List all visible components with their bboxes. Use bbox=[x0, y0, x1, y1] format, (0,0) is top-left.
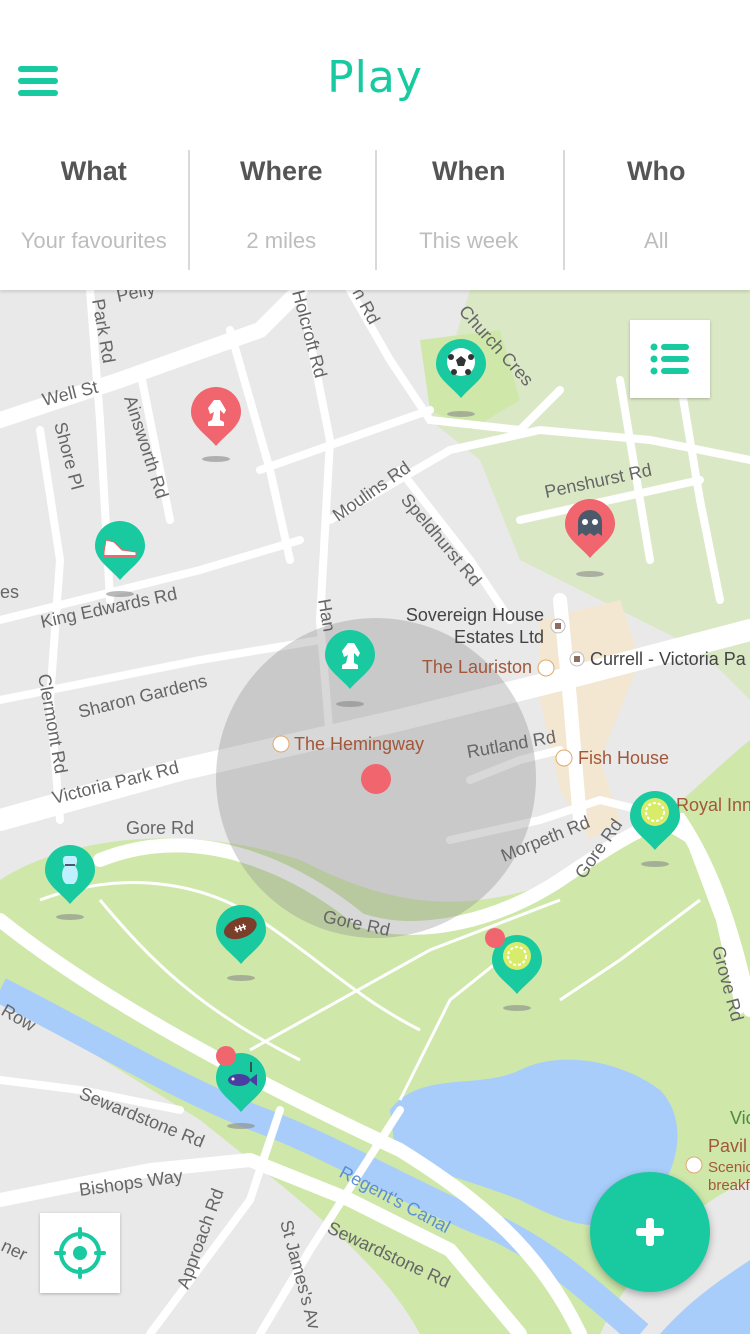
notification-dot bbox=[485, 928, 505, 948]
filter-value: This week bbox=[419, 228, 519, 253]
filter-label: Where bbox=[239, 156, 323, 186]
filter-what[interactable]: What Your favourites bbox=[0, 150, 188, 270]
place-label: Estates Ltd bbox=[454, 627, 544, 647]
football-icon bbox=[447, 348, 475, 376]
filter-label: What bbox=[60, 156, 127, 186]
filter-label: When bbox=[432, 156, 506, 186]
filter-value: 2 miles bbox=[246, 228, 317, 253]
filter-bar: What Your favourites Where 2 miles When … bbox=[0, 150, 750, 270]
bowling-pin-icon bbox=[62, 856, 78, 884]
place-label: Sovereign House bbox=[406, 605, 544, 625]
place-label: breakf bbox=[708, 1177, 750, 1194]
ghost-icon bbox=[578, 510, 602, 536]
tennis-ball-icon bbox=[641, 798, 669, 826]
crosshair-icon bbox=[54, 1227, 106, 1279]
page-title: Play bbox=[327, 52, 423, 103]
place-label: Fish House bbox=[578, 748, 669, 768]
notification-dot bbox=[216, 1046, 236, 1066]
filter-where[interactable]: Where 2 miles bbox=[187, 150, 376, 270]
street-label: es bbox=[0, 582, 19, 602]
filter-who[interactable]: Who All bbox=[562, 150, 750, 270]
tennis-ball-icon bbox=[503, 942, 531, 970]
filter-value: Your favourites bbox=[20, 228, 167, 253]
my-location-button[interactable] bbox=[40, 1213, 120, 1293]
place-label: Pavil bbox=[708, 1136, 747, 1156]
plus-icon bbox=[636, 1218, 664, 1246]
app-header: Play What Your favourites Where 2 miles … bbox=[0, 0, 750, 290]
place-label: Vic bbox=[730, 1108, 750, 1128]
place-label: The Lauriston bbox=[422, 657, 532, 677]
filter-when[interactable]: When This week bbox=[375, 150, 563, 270]
current-location-dot bbox=[361, 764, 391, 794]
place-label: The Hemingway bbox=[294, 734, 424, 754]
place-label: Currell - Victoria Pa bbox=[590, 649, 747, 669]
list-view-button[interactable] bbox=[630, 320, 710, 398]
filter-label: Who bbox=[627, 156, 686, 186]
add-activity-button[interactable] bbox=[590, 1172, 710, 1292]
filter-value: All bbox=[644, 228, 669, 253]
place-label: Scenic bbox=[708, 1159, 750, 1176]
list-icon bbox=[650, 343, 689, 375]
place-label: Royal Inn bbox=[676, 795, 750, 815]
street-label: Gore Rd bbox=[126, 818, 194, 838]
